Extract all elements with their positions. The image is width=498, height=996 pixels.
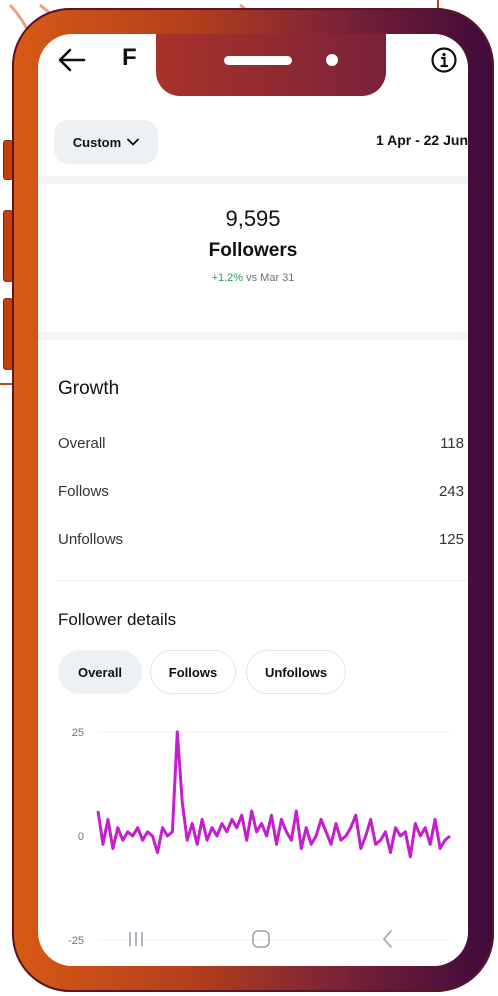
- nav-back-icon[interactable]: [378, 928, 398, 950]
- y-tick-label: 25: [72, 727, 84, 739]
- delta-value: +1.2%: [211, 272, 244, 284]
- followers-count: 9,595: [225, 206, 281, 231]
- y-tick-label: 0: [78, 831, 84, 843]
- section-divider: [38, 176, 468, 184]
- custom-range-label: Custom: [72, 134, 122, 150]
- followers-delta: +1.2% vs Mar 31: [38, 272, 468, 284]
- section-divider: [38, 332, 468, 340]
- custom-range-button[interactable]: Custom: [54, 120, 158, 164]
- follower-line-chart: 250-25: [68, 727, 451, 944]
- follower-details-title: Follower details: [58, 610, 177, 629]
- tab-overall[interactable]: Overall: [58, 650, 142, 694]
- series-line: [96, 730, 451, 859]
- growth-row-label: Overall: [58, 434, 106, 452]
- growth-row-label: Unfollows: [58, 530, 124, 548]
- growth-row-value: 125: [438, 530, 464, 548]
- speaker-pill: [224, 56, 292, 65]
- back-arrow-icon[interactable]: [56, 46, 88, 74]
- separator-line: [58, 580, 468, 581]
- growth-row-unfollows: Unfollows 125: [58, 528, 464, 550]
- info-icon[interactable]: [430, 46, 458, 74]
- phone-screen: F Custom 1 Apr - 22 Jun 9,595 Followers …: [38, 34, 468, 966]
- growth-row-label: Follows: [58, 482, 109, 500]
- tab-unfollows[interactable]: Unfollows: [246, 650, 346, 694]
- camera-dot: [326, 54, 338, 66]
- growth-row-overall: Overall 118: [58, 432, 464, 454]
- phone-notch: [156, 34, 386, 96]
- followers-label: Followers: [208, 240, 298, 261]
- system-nav-bar: [38, 920, 468, 966]
- recents-icon[interactable]: [126, 928, 146, 950]
- tab-follows[interactable]: Follows: [150, 650, 236, 694]
- page-title: F: [122, 44, 137, 71]
- growth-title: Growth: [58, 378, 120, 399]
- home-icon[interactable]: [250, 928, 272, 950]
- growth-row-value: 243: [438, 482, 464, 500]
- growth-row-follows: Follows 243: [58, 480, 464, 502]
- phone-frame: F Custom 1 Apr - 22 Jun 9,595 Followers …: [12, 8, 494, 992]
- date-range[interactable]: 1 Apr - 22 Jun: [376, 132, 468, 148]
- growth-row-value: 118: [440, 434, 464, 452]
- delta-text: vs Mar 31: [246, 272, 295, 284]
- chevron-down-icon: [127, 138, 140, 146]
